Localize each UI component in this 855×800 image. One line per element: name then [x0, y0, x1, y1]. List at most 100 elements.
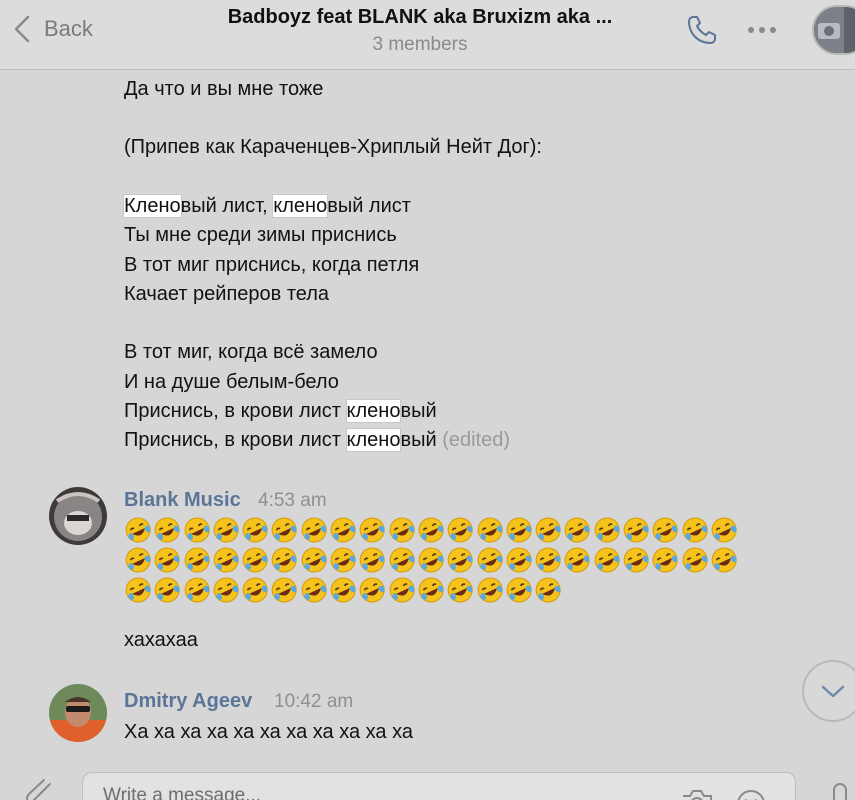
search-highlight: клено: [345, 399, 402, 423]
rolling-on-the-floor-laughing-emoji: [184, 517, 210, 543]
chat-title[interactable]: Badboyz feat BLANK aka Bruxizm aka ...: [180, 6, 660, 29]
rolling-on-the-floor-laughing-emoji: [447, 547, 473, 573]
back-label: Back: [44, 16, 93, 41]
rolling-on-the-floor-laughing-emoji: [477, 517, 503, 543]
back-button[interactable]: Back: [12, 12, 93, 46]
rolling-on-the-floor-laughing-emoji: [506, 517, 532, 543]
scroll-to-bottom-button[interactable]: [802, 660, 855, 722]
rolling-on-the-floor-laughing-emoji: [652, 547, 678, 573]
sender-name[interactable]: Blank Music: [124, 489, 241, 512]
message-text-line: В тот миг, когда всё замело: [124, 341, 378, 363]
rolling-on-the-floor-laughing-emoji: [565, 547, 591, 573]
message-input[interactable]: [103, 783, 663, 800]
rolling-on-the-floor-laughing-emoji: [535, 547, 561, 573]
chevron-left-icon: [14, 15, 30, 43]
emoji-row: [124, 516, 738, 544]
rolling-on-the-floor-laughing-emoji: [301, 577, 327, 603]
rolling-on-the-floor-laughing-emoji: [623, 547, 649, 573]
rolling-on-the-floor-laughing-emoji: [272, 547, 298, 573]
rolling-on-the-floor-laughing-emoji: [154, 517, 180, 543]
rolling-on-the-floor-laughing-emoji: [682, 517, 708, 543]
emoji-row: [124, 576, 562, 604]
rolling-on-the-floor-laughing-emoji: [418, 577, 444, 603]
camera-icon: [814, 7, 855, 53]
camera-icon[interactable]: [680, 788, 714, 800]
message-text-line: Ха ха ха ха ха ха ха ха ха ха ха: [124, 721, 414, 743]
message-text-line: Качает рейперов тела: [124, 283, 330, 305]
rolling-on-the-floor-laughing-emoji: [125, 517, 151, 543]
rolling-on-the-floor-laughing-emoji: [535, 577, 561, 603]
message-text-line: (Припев как Караченцев-Хриплый Нейт Дог)…: [124, 136, 542, 158]
paperclip-icon[interactable]: [22, 778, 56, 800]
rolling-on-the-floor-laughing-emoji: [594, 547, 620, 573]
rolling-on-the-floor-laughing-emoji: [565, 517, 591, 543]
rolling-on-the-floor-laughing-emoji: [594, 517, 620, 543]
rolling-on-the-floor-laughing-emoji: [389, 547, 415, 573]
more-options-icon[interactable]: [744, 18, 780, 42]
rolling-on-the-floor-laughing-emoji: [301, 517, 327, 543]
rolling-on-the-floor-laughing-emoji: [389, 577, 415, 603]
rolling-on-the-floor-laughing-emoji: [623, 517, 649, 543]
rolling-on-the-floor-laughing-emoji: [447, 577, 473, 603]
rolling-on-the-floor-laughing-emoji: [360, 517, 386, 543]
rolling-on-the-floor-laughing-emoji: [242, 577, 268, 603]
rolling-on-the-floor-laughing-emoji: [711, 517, 737, 543]
rolling-on-the-floor-laughing-emoji: [242, 517, 268, 543]
chevron-down-icon: [821, 685, 845, 698]
search-highlight: клено: [345, 428, 402, 452]
sender-name[interactable]: Dmitry Ageev: [124, 690, 252, 713]
rolling-on-the-floor-laughing-emoji: [330, 577, 356, 603]
rolling-on-the-floor-laughing-emoji: [418, 547, 444, 573]
emoji-icon[interactable]: [736, 788, 766, 800]
avatar-dmitry-ageev[interactable]: [49, 684, 107, 742]
rolling-on-the-floor-laughing-emoji: [125, 547, 151, 573]
rolling-on-the-floor-laughing-emoji: [125, 577, 151, 603]
rolling-on-the-floor-laughing-emoji: [477, 547, 503, 573]
rolling-on-the-floor-laughing-emoji: [418, 517, 444, 543]
rolling-on-the-floor-laughing-emoji: [535, 517, 561, 543]
rolling-on-the-floor-laughing-emoji: [389, 517, 415, 543]
search-highlight: Клено: [123, 194, 182, 218]
rolling-on-the-floor-laughing-emoji: [272, 577, 298, 603]
rolling-on-the-floor-laughing-emoji: [652, 517, 678, 543]
rolling-on-the-floor-laughing-emoji: [242, 547, 268, 573]
rolling-on-the-floor-laughing-emoji: [154, 547, 180, 573]
rolling-on-the-floor-laughing-emoji: [360, 577, 386, 603]
message-text-line: Ты мне среди зимы приснись: [124, 224, 397, 246]
rolling-on-the-floor-laughing-emoji: [272, 517, 298, 543]
rolling-on-the-floor-laughing-emoji: [360, 547, 386, 573]
rolling-on-the-floor-laughing-emoji: [330, 547, 356, 573]
message-time: 4:53 am: [258, 490, 327, 511]
rolling-on-the-floor-laughing-emoji: [154, 577, 180, 603]
rolling-on-the-floor-laughing-emoji: [682, 547, 708, 573]
rolling-on-the-floor-laughing-emoji: [184, 547, 210, 573]
message-time: 10:42 am: [274, 691, 354, 712]
rolling-on-the-floor-laughing-emoji: [213, 547, 239, 573]
rolling-on-the-floor-laughing-emoji: [506, 547, 532, 573]
chat-header: Back Badboyz feat BLANK aka Bruxizm aka …: [0, 0, 855, 70]
edited-label: (edited): [442, 429, 510, 451]
rolling-on-the-floor-laughing-emoji: [184, 577, 210, 603]
rolling-on-the-floor-laughing-emoji: [477, 577, 503, 603]
rolling-on-the-floor-laughing-emoji: [301, 547, 327, 573]
rolling-on-the-floor-laughing-emoji: [330, 517, 356, 543]
rolling-on-the-floor-laughing-emoji: [213, 517, 239, 543]
rolling-on-the-floor-laughing-emoji: [447, 517, 473, 543]
phone-icon[interactable]: [684, 12, 720, 48]
search-highlight: клено: [272, 194, 329, 218]
rolling-on-the-floor-laughing-emoji: [213, 577, 239, 603]
message-text-line: И на душе белым-бело: [124, 371, 339, 393]
message-text-line: Кленовый лист, кленовый лист: [123, 194, 411, 218]
message-feed[interactable]: Да что и вы мне тоже (Припев как Карачен…: [0, 71, 855, 747]
group-avatar[interactable]: [812, 5, 855, 55]
members-count[interactable]: 3 members: [180, 34, 660, 56]
microphone-icon[interactable]: [830, 782, 850, 800]
avatar-blank-music[interactable]: [49, 487, 107, 545]
message-text-line: Приснись, в крови лист кленовый: [124, 399, 437, 423]
rolling-on-the-floor-laughing-emoji: [711, 547, 737, 573]
message-text-line: Приснись, в крови лист кленовый (edited): [124, 428, 510, 452]
rolling-on-the-floor-laughing-emoji: [506, 577, 532, 603]
emoji-row: [124, 546, 738, 574]
message-text-line: В тот миг приснись, когда петля: [124, 254, 420, 276]
message-text-line: хахахаа: [124, 629, 198, 651]
